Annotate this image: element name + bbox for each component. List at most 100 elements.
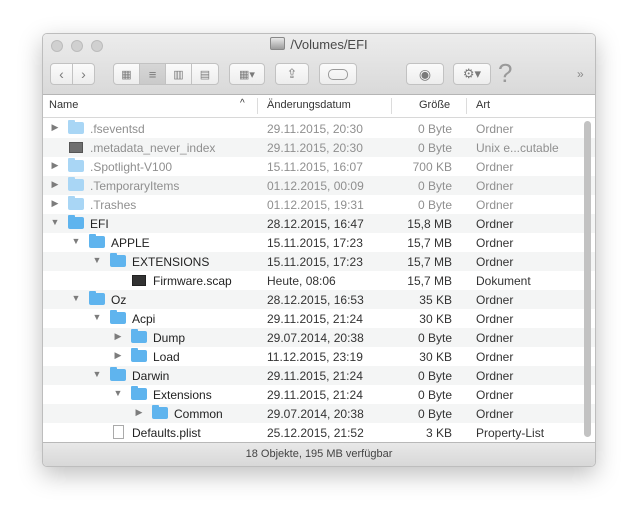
file-date: 01.12.2015, 00:09: [267, 179, 364, 193]
grid-icon: ▦: [121, 68, 132, 81]
file-date: 25.12.2015, 21:52: [267, 426, 364, 440]
list-item[interactable]: ▼ APPLE 15.11.2015, 17:23 15,7 MB Ordner: [43, 233, 595, 252]
disclosure-triangle-collapsed-icon[interactable]: ▶: [50, 160, 60, 171]
disclosure-triangle-expanded-icon[interactable]: ▼: [92, 312, 102, 322]
column-divider[interactable]: [257, 98, 258, 114]
chevron-right-icon: ›: [81, 66, 86, 82]
share-icon: ⇪: [286, 66, 298, 81]
list-item[interactable]: ▼ EXTENSIONS 15.11.2015, 17:23 15,7 MB O…: [43, 252, 595, 271]
list-item[interactable]: ▶ .Spotlight-V100 15.11.2015, 16:07 700 …: [43, 157, 595, 176]
window-title: /Volumes/EFI: [290, 37, 368, 52]
gear-icon: ⚙▾: [462, 66, 482, 81]
file-kind: Ordner: [476, 160, 514, 174]
file-size: 0 Byte: [417, 331, 452, 345]
finder-window: /Volumes/EFI ‹ › ▦ ≡ ▥ ▤ ▦▾ ⇪ ◉ ⚙▾ ? » N…: [42, 33, 596, 467]
quick-look-button[interactable]: ◉: [406, 63, 444, 85]
file-size: 0 Byte: [417, 198, 452, 212]
file-size: 15,7 MB: [407, 274, 452, 288]
list-item[interactable]: ▶ Dump 29.07.2014, 20:38 0 Byte Ordner: [43, 328, 595, 347]
file-name: Common: [174, 407, 223, 421]
file-name: .Spotlight-V100: [90, 160, 173, 174]
disclosure-triangle-collapsed-icon[interactable]: ▶: [50, 179, 60, 190]
list-item[interactable]: ▼ EFI 28.12.2015, 16:47 15,8 MB Ordner: [43, 214, 595, 233]
cover-flow-view-button[interactable]: ▤: [191, 63, 219, 85]
list-item[interactable]: Defaults.plist 25.12.2015, 21:52 3 KB Pr…: [43, 423, 595, 442]
column-view-button[interactable]: ▥: [165, 63, 192, 85]
list-item[interactable]: Firmware.scap Heute, 08:06 15,7 MB Dokum…: [43, 271, 595, 290]
list-item[interactable]: ▼ Acpi 29.11.2015, 21:24 30 KB Ordner: [43, 309, 595, 328]
column-header: Name ^ Änderungsdatum Größe Art: [43, 95, 595, 118]
tag-icon: [328, 68, 348, 80]
disclosure-triangle-expanded-icon[interactable]: ▼: [113, 388, 123, 398]
file-kind: Ordner: [476, 369, 514, 383]
folder-icon: [89, 234, 105, 248]
file-date: 29.11.2015, 21:24: [267, 312, 363, 326]
disclosure-triangle-collapsed-icon[interactable]: ▶: [134, 407, 144, 418]
disclosure-triangle-collapsed-icon[interactable]: ▶: [113, 331, 123, 342]
disclosure-triangle-expanded-icon[interactable]: ▼: [71, 293, 81, 303]
disclosure-triangle-collapsed-icon[interactable]: ▶: [50, 198, 60, 209]
executable-icon: [69, 142, 83, 153]
disclosure-triangle-expanded-icon[interactable]: ▼: [71, 236, 81, 246]
column-size[interactable]: Größe: [419, 99, 450, 111]
list-item[interactable]: ▼ Extensions 29.11.2015, 21:24 0 Byte Or…: [43, 385, 595, 404]
file-kind: Ordner: [476, 255, 514, 269]
file-date: 15.11.2015, 17:23: [267, 236, 363, 250]
list-item[interactable]: ▶ Common 29.07.2014, 20:38 0 Byte Ordner: [43, 404, 595, 423]
terminal-document-icon: [132, 275, 146, 286]
disk-icon: [270, 37, 286, 50]
share-button[interactable]: ⇪: [275, 63, 309, 85]
list-item[interactable]: ▼ Darwin 29.11.2015, 21:24 0 Byte Ordner: [43, 366, 595, 385]
disclosure-triangle-expanded-icon[interactable]: ▼: [92, 255, 102, 265]
toolbar-overflow-icon[interactable]: »: [577, 67, 584, 81]
file-name: EXTENSIONS: [132, 255, 210, 269]
disclosure-triangle-expanded-icon[interactable]: ▼: [92, 369, 102, 379]
file-date: 01.12.2015, 19:31: [267, 198, 364, 212]
column-date[interactable]: Änderungsdatum: [267, 99, 351, 111]
file-size: 15,7 MB: [407, 255, 452, 269]
sort-ascending-icon: ^: [240, 98, 245, 109]
file-size: 30 KB: [419, 350, 452, 364]
list-item[interactable]: ▶ .fseventsd 29.11.2015, 20:30 0 Byte Or…: [43, 119, 595, 138]
list-item[interactable]: ▶ .TemporaryItems 01.12.2015, 00:09 0 By…: [43, 176, 595, 195]
file-size: 0 Byte: [417, 388, 452, 402]
file-date: 29.11.2015, 20:30: [267, 141, 363, 155]
file-date: 15.11.2015, 17:23: [267, 255, 363, 269]
disclosure-triangle-collapsed-icon[interactable]: ▶: [113, 350, 123, 361]
action-button[interactable]: ⚙▾: [453, 63, 491, 85]
file-date: 29.11.2015, 20:30: [267, 122, 363, 136]
list-icon: ≡: [148, 66, 157, 82]
file-name: Acpi: [132, 312, 156, 326]
list-view-button[interactable]: ≡: [139, 63, 166, 85]
folder-icon: [110, 310, 126, 324]
column-name[interactable]: Name: [49, 99, 78, 111]
disclosure-triangle-collapsed-icon[interactable]: ▶: [50, 122, 60, 133]
file-date: 15.11.2015, 16:07: [267, 160, 363, 174]
file-size: 30 KB: [419, 312, 452, 326]
column-divider[interactable]: [466, 98, 467, 114]
column-divider[interactable]: [391, 98, 392, 114]
icon-view-button[interactable]: ▦: [113, 63, 140, 85]
file-kind: Ordner: [476, 331, 514, 345]
list-item[interactable]: .metadata_never_index 29.11.2015, 20:30 …: [43, 138, 595, 157]
file-date: 29.07.2014, 20:38: [267, 331, 364, 345]
file-name: .TemporaryItems: [90, 179, 180, 193]
column-kind[interactable]: Art: [476, 99, 490, 111]
back-button[interactable]: ‹: [50, 63, 73, 85]
file-size: 0 Byte: [417, 407, 452, 421]
list-item[interactable]: ▶ Load 11.12.2015, 23:19 30 KB Ordner: [43, 347, 595, 366]
list-item[interactable]: ▶ .Trashes 01.12.2015, 19:31 0 Byte Ordn…: [43, 195, 595, 214]
file-date: 29.11.2015, 21:24: [267, 388, 363, 402]
file-name: Firmware.scap: [153, 274, 232, 288]
vertical-scrollbar[interactable]: [584, 119, 592, 441]
status-text: 18 Objekte, 195 MB verfügbar: [245, 448, 393, 460]
forward-button[interactable]: ›: [72, 63, 95, 85]
edit-tags-button[interactable]: [319, 63, 357, 85]
help-icon[interactable]: ?: [498, 58, 512, 89]
disclosure-triangle-expanded-icon[interactable]: ▼: [50, 217, 60, 227]
list-item[interactable]: ▼ Oz 28.12.2015, 16:53 35 KB Ordner: [43, 290, 595, 309]
file-size: 700 KB: [412, 160, 452, 174]
file-name: Extensions: [153, 388, 212, 402]
arrange-button[interactable]: ▦▾: [229, 63, 265, 85]
scrollbar-thumb[interactable]: [584, 121, 591, 437]
